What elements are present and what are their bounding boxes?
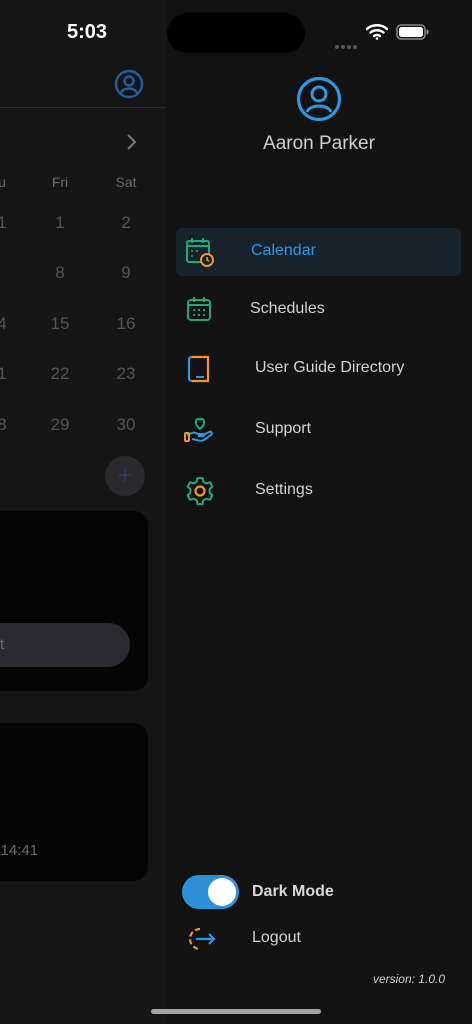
menu-item-schedules[interactable]: Schedules <box>176 286 461 334</box>
menu-label: Schedules <box>250 300 325 317</box>
add-event-button[interactable]: + <box>105 456 145 496</box>
hand-heart-icon <box>184 417 213 442</box>
calendar-day[interactable]: 1 <box>40 213 80 233</box>
header-divider <box>0 107 166 108</box>
profile-icon[interactable] <box>114 69 144 99</box>
calendar-day[interactable]: 30 <box>106 415 146 435</box>
calendar-day[interactable]: 8 <box>0 415 22 435</box>
calendar-day[interactable]: 9 <box>106 263 146 283</box>
gear-icon <box>186 477 214 505</box>
weekday-label: Fri <box>51 174 69 190</box>
calendar-day[interactable]: 23 <box>106 364 146 384</box>
avatar-icon[interactable] <box>296 76 342 122</box>
menu-item-user-guide[interactable]: User Guide Directory <box>176 345 461 393</box>
version-label: version: 1.0.0 <box>372 972 445 986</box>
menu-label: Settings <box>255 481 313 498</box>
menu-label: User Guide Directory <box>255 359 405 376</box>
calendar-day[interactable]: 1 <box>0 364 22 384</box>
weekday-label: u <box>0 174 6 190</box>
calendar-day[interactable]: 29 <box>40 415 80 435</box>
user-name: Aaron Parker <box>263 133 375 154</box>
menu-item-support[interactable]: Support <box>176 406 461 454</box>
calendar-day[interactable]: 1 <box>0 213 22 233</box>
weekday-label: Sat <box>115 174 137 190</box>
dark-mode-toggle[interactable] <box>182 875 239 909</box>
calendar-day[interactable]: 22 <box>40 364 80 384</box>
background-screen: u Fri Sat 1 1 2 8 9 4 15 16 1 22 23 8 29… <box>0 0 166 1024</box>
calendar-clock-icon <box>186 238 214 267</box>
toggle-knob <box>208 878 236 906</box>
battery-icon <box>396 24 429 40</box>
cellular-signal-icon <box>335 36 359 49</box>
dark-mode-label: Dark Mode <box>252 883 334 900</box>
calendar-day[interactable]: 15 <box>40 314 80 334</box>
calendar-day[interactable]: 2 <box>106 213 146 233</box>
menu-item-settings[interactable]: Settings <box>176 467 461 515</box>
menu-label: Calendar <box>251 242 316 259</box>
status-time: 5:03 <box>67 21 108 43</box>
book-icon <box>187 355 210 383</box>
dynamic-island <box>167 13 305 53</box>
home-indicator[interactable] <box>151 1009 321 1014</box>
logout-button[interactable]: Logout <box>252 929 301 947</box>
menu-item-calendar[interactable]: Calendar <box>176 228 461 276</box>
calendar-grid-icon <box>187 297 211 321</box>
calendar-day[interactable]: 8 <box>40 263 80 283</box>
chevron-right-icon[interactable] <box>124 132 140 152</box>
event-timestamp: 4 14:41 <box>0 842 39 859</box>
calendar-day[interactable]: 16 <box>106 314 146 334</box>
calendar-day[interactable]: 4 <box>0 314 22 334</box>
wifi-icon <box>366 24 388 40</box>
event-action-button[interactable]: t <box>0 623 130 667</box>
logout-icon[interactable] <box>186 925 216 953</box>
menu-label: Support <box>255 420 312 437</box>
